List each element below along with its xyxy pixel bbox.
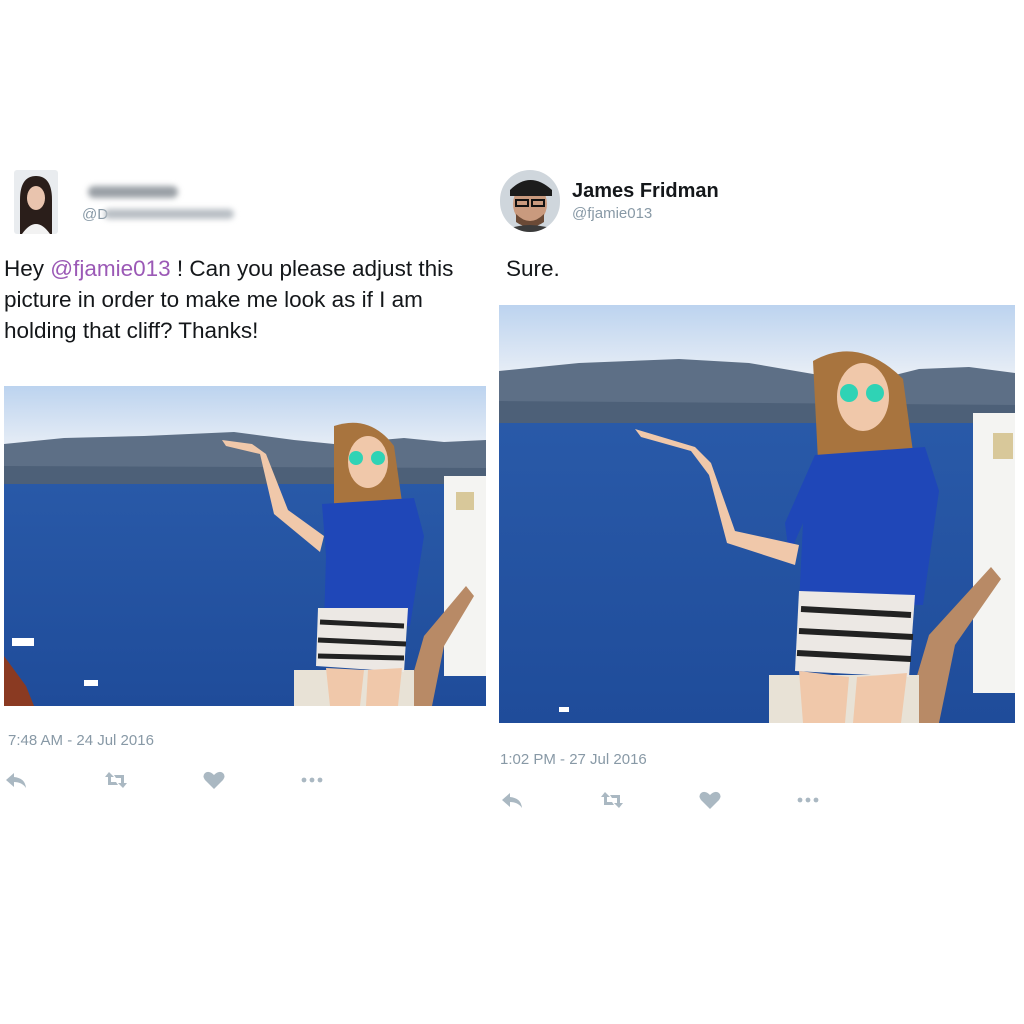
tweet-photo[interactable] (499, 305, 1015, 723)
tweet-photo[interactable] (4, 386, 486, 706)
more-icon (301, 777, 323, 783)
like-icon (699, 791, 721, 809)
tweet-text: Hey @fjamie013 ! Can you please adjust t… (4, 253, 490, 346)
reply-icon (502, 793, 522, 808)
mention-link[interactable]: @fjamie013 (50, 256, 170, 281)
like-button[interactable] (202, 769, 226, 791)
avatar[interactable] (14, 170, 58, 234)
reply-button[interactable] (4, 769, 28, 791)
more-button[interactable] (300, 769, 324, 791)
right-tweet: James Fridman @fjamie013 Sure. 1:02 PM -… (496, 0, 1024, 840)
more-icon (797, 797, 819, 803)
like-button[interactable] (698, 789, 722, 811)
retweet-button[interactable] (104, 769, 128, 791)
retweet-button[interactable] (600, 789, 624, 811)
retweet-icon (601, 792, 623, 808)
tweet-timestamp[interactable]: 1:02 PM - 27 Jul 2016 (500, 751, 647, 768)
retweet-icon (105, 772, 127, 788)
more-button[interactable] (796, 789, 820, 811)
reply-button[interactable] (500, 789, 524, 811)
tweet-text-prefix: Hey (4, 256, 51, 281)
avatar[interactable] (500, 170, 560, 232)
blurred-handle (104, 209, 234, 219)
like-icon (203, 771, 225, 789)
user-name[interactable]: James Fridman (572, 180, 719, 203)
blurred-name (88, 186, 178, 198)
tweet-timestamp[interactable]: 7:48 AM - 24 Jul 2016 (8, 732, 154, 749)
tweet-text: Sure. (506, 256, 560, 281)
reply-icon (6, 773, 26, 788)
left-tweet: @D Hey @fjamie013 ! Can you please adjus… (0, 0, 490, 820)
user-handle[interactable]: @fjamie013 (572, 205, 652, 222)
